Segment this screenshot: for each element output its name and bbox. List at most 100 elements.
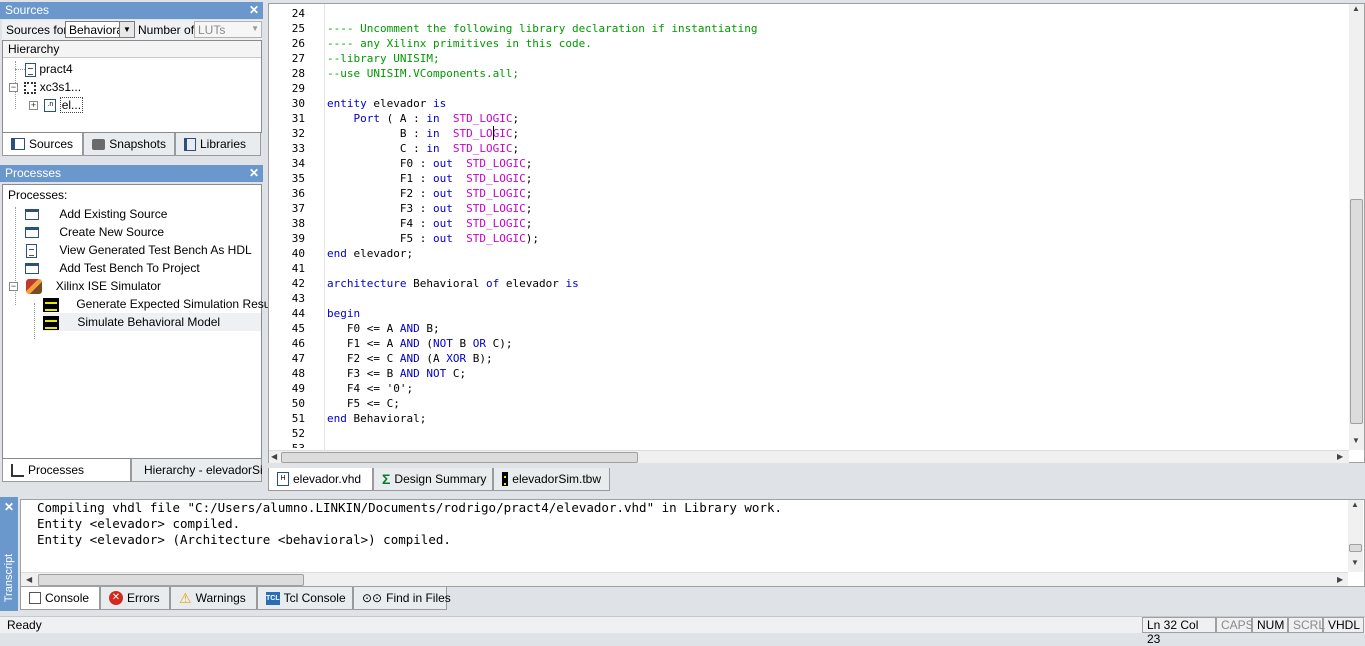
code-line[interactable]: 38 F4 : out STD_LOGIC; (269, 216, 1349, 231)
tree-item-device[interactable]: − xc3s1... (9, 78, 81, 96)
console-line: Entity <elevador> compiled. (37, 516, 241, 531)
code-line[interactable]: 26 ---- any Xilinx primitives in this cod… (269, 36, 1349, 51)
chevron-down-icon[interactable]: ▼ (119, 22, 134, 37)
scrollbar-thumb[interactable] (1350, 199, 1363, 424)
sources-for-select[interactable]: Behavioral ▼ (65, 21, 135, 38)
code-line[interactable]: 49 F4 <= '0'; (269, 381, 1349, 396)
code-line[interactable]: 40 end elevador; (269, 246, 1349, 261)
code-line[interactable]: 48 F3 <= B AND NOT C; (269, 366, 1349, 381)
sources-title-text: Sources (5, 3, 50, 17)
tab-elevador-vhd-label: elevador.vhd (293, 472, 362, 486)
scroll-right-icon[interactable]: ▶ (1337, 452, 1343, 461)
code-line[interactable]: 25 ---- Uncomment the following library d… (269, 21, 1349, 36)
code-line[interactable]: 47 F2 <= C AND (A XOR B); (269, 351, 1349, 366)
tab-libraries[interactable]: Libraries (175, 133, 261, 156)
editor-horizontal-scrollbar[interactable]: ◀ ▶ (269, 450, 1349, 463)
process-add-existing-source[interactable]: Add Existing Source (25, 205, 167, 223)
code-line[interactable]: 50 F5 <= C; (269, 396, 1349, 411)
code-line[interactable]: 31 Port ( A : in STD_LOGIC; (269, 111, 1349, 126)
scroll-left-icon[interactable]: ◀ (26, 575, 32, 584)
code-line[interactable]: 33 C : in STD_LOGIC; (269, 141, 1349, 156)
code-line[interactable]: 39 F5 : out STD_LOGIC); (269, 231, 1349, 246)
process-create-new-source[interactable]: Create New Source (25, 223, 164, 241)
code-line[interactable]: 37 F3 : out STD_LOGIC; (269, 201, 1349, 216)
sources-tabbar: Sources Snapshots Libraries (2, 133, 261, 157)
code-editor[interactable]: 24 25 ---- Uncomment the following library… (268, 3, 1365, 463)
process-generate-expected-results[interactable]: Generate Expected Simulation Results (43, 295, 282, 313)
process-xilinx-ise-simulator[interactable]: − Xilinx ISE Simulator (9, 277, 161, 295)
tab-find-in-files[interactable]: ⊙⊙ Find in Files (353, 587, 451, 610)
code-line[interactable]: 28 --use UNISIM.VComponents.all; (269, 66, 1349, 81)
code-line[interactable]: 24 (269, 6, 1349, 21)
code-line[interactable]: 36 F2 : out STD_LOGIC; (269, 186, 1349, 201)
code-text: end Behavioral; (327, 412, 427, 425)
code-line[interactable]: 29 (269, 81, 1349, 96)
number-of-select[interactable]: LUTs ▼ (194, 21, 262, 38)
line-number: 47 (291, 352, 305, 365)
process-add-test-bench[interactable]: Add Test Bench To Project (25, 259, 200, 277)
tab-tcl-console[interactable]: TCL Tcl Console (257, 587, 353, 610)
line-number: 37 (291, 202, 305, 215)
code-line[interactable]: 46 F1 <= A AND (NOT B OR C); (269, 336, 1349, 351)
tab-processes[interactable]: Processes (2, 459, 131, 482)
expand-icon[interactable]: + (29, 101, 38, 111)
code-line[interactable]: 41 (269, 261, 1349, 276)
scroll-right-icon[interactable]: ▶ (1337, 575, 1343, 584)
process-simulate-behavioral-model[interactable]: Simulate Behavioral Model (43, 313, 261, 331)
chevron-down-icon[interactable]: ▼ (251, 24, 259, 33)
editor-vertical-scrollbar[interactable]: ▲ ▼ (1349, 4, 1364, 450)
process-view-test-bench[interactable]: View Generated Test Bench As HDL (26, 241, 252, 259)
scrollbar-thumb[interactable] (1349, 544, 1362, 552)
line-number: 38 (291, 217, 305, 230)
code-line[interactable]: 51 end Behavioral; (269, 411, 1349, 426)
tree-item-entity[interactable]: + .n el... (29, 96, 84, 114)
scrollbar-thumb[interactable] (38, 574, 304, 586)
scroll-down-icon[interactable]: ▼ (1351, 558, 1359, 567)
status-text: Ready (7, 618, 42, 632)
tab-sources[interactable]: Sources (2, 133, 83, 156)
code-line[interactable]: 52 (269, 426, 1349, 441)
collapse-icon[interactable]: − (9, 282, 18, 292)
code-line[interactable]: 32 B : in STD_LOGIC; (269, 126, 1349, 141)
processes-header: Processes: (8, 188, 68, 202)
code-line[interactable]: 30 entity elevador is (269, 96, 1349, 111)
scrollbar-thumb[interactable] (281, 452, 638, 463)
code-text: --use UNISIM.VComponents.all; (327, 67, 520, 80)
line-number: 45 (291, 322, 305, 335)
sources-close-icon[interactable]: ✕ (249, 2, 259, 19)
tab-hierarchy-sim[interactable]: Hierarchy - elevadorSi (131, 459, 263, 482)
code-line[interactable]: 44 begin (269, 306, 1349, 321)
code-line[interactable]: 53 (269, 441, 1349, 448)
scroll-down-icon[interactable]: ▼ (1352, 436, 1360, 445)
processes-panel: Processes ✕ Processes: Add Existing Sour… (0, 164, 282, 484)
tab-console[interactable]: Console (20, 587, 100, 610)
tab-elevador-vhd[interactable]: H elevador.vhd (268, 468, 373, 491)
code-line[interactable]: 42 architecture Behavioral of elevador is (269, 276, 1349, 291)
caps-indicator: CAPS (1216, 617, 1254, 633)
tab-design-summary[interactable]: Σ Design Summary (373, 468, 493, 491)
console-vertical-scrollbar[interactable]: ▲ ▼ (1348, 500, 1363, 572)
tab-errors[interactable]: ✕ Errors (100, 587, 170, 610)
transcript-console[interactable]: Compiling vhdl file "C:/Users/alumno.LIN… (20, 499, 1365, 587)
code-line[interactable]: 35 F1 : out STD_LOGIC; (269, 171, 1349, 186)
code-line[interactable]: 45 F0 <= A AND B; (269, 321, 1349, 336)
code-line[interactable]: 34 F0 : out STD_LOGIC; (269, 156, 1349, 171)
code-area[interactable]: 24 25 ---- Uncomment the following library… (269, 6, 1349, 448)
scroll-up-icon[interactable]: ▲ (1351, 500, 1359, 509)
tab-snapshots[interactable]: Snapshots (83, 133, 175, 156)
processes-close-icon[interactable]: ✕ (249, 165, 259, 182)
console-horizontal-scrollbar[interactable]: ◀ ▶ (21, 572, 1348, 586)
scroll-up-icon[interactable]: ▲ (1352, 4, 1360, 13)
code-line[interactable]: 27 --library UNISIM; (269, 51, 1349, 66)
tab-warnings[interactable]: ⚠ Warnings (170, 587, 257, 610)
tree-item-entity-label: el... (59, 97, 84, 113)
code-line[interactable]: 43 (269, 291, 1349, 306)
tab-elevadorsim-tbw[interactable]: elevadorSim.tbw (493, 468, 610, 491)
collapse-icon[interactable]: − (9, 83, 18, 93)
transcript-close-icon[interactable]: ✕ (4, 500, 14, 514)
tree-item-project[interactable]: pract4 (25, 60, 73, 78)
scroll-left-icon[interactable]: ◀ (271, 452, 277, 461)
tree-item-device-label: xc3s1... (39, 80, 82, 94)
code-text: B : in STD_LOGIC; (327, 127, 520, 140)
sources-panel-title: Sources ✕ (0, 2, 263, 19)
